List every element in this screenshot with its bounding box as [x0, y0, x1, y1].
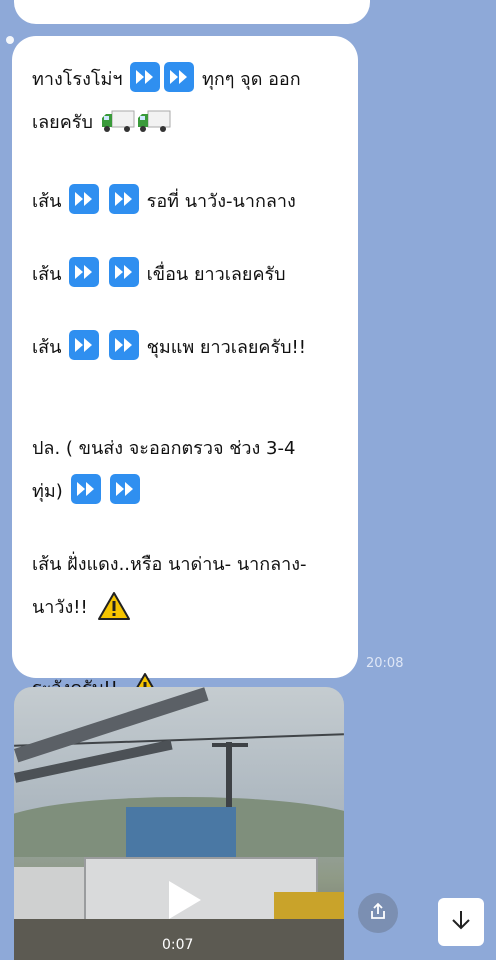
- previous-message-bubble[interactable]: [14, 0, 370, 24]
- message-line: เลยครับ: [32, 101, 340, 150]
- fast-forward-icon: [69, 330, 100, 360]
- video-scene-pole: [212, 743, 248, 747]
- message-text: ปล. ( ขนส่ง จะออกตรวจ ช่วง 3-4: [32, 438, 296, 459]
- delivery-truck-icon: [137, 107, 171, 150]
- warning-icon: [97, 591, 131, 637]
- video-message[interactable]: 0:07: [14, 687, 344, 960]
- fast-forward-icon: [164, 62, 195, 92]
- message-line: ปล. ( ขนส่ง จะออกตรวจ ช่วง 3-4: [32, 427, 340, 470]
- message-line: ทางโรงโม่ฯ ทุกๆ จุด ออก: [32, 58, 340, 101]
- message-text: เส้น: [32, 264, 62, 285]
- message-text: ทางโรงโม่ฯ: [32, 69, 123, 90]
- message-text: ชุมแพ ยาวเลยครับ!!: [146, 337, 306, 358]
- message-line: นาวัง!!: [32, 586, 340, 637]
- message-text: เส้น: [32, 191, 62, 212]
- arrow-down-icon: [449, 908, 473, 936]
- message-bubble[interactable]: ทางโรงโม่ฯ ทุกๆ จุด ออก เลยครับ เส้น รอท…: [12, 36, 358, 701]
- fast-forward-icon: [110, 474, 141, 504]
- message-line: เส้น ฝั่งแดง..หรือ นาด่าน- นากลาง-: [32, 543, 340, 586]
- message-text: เขื่อน ยาวเลยครับ: [146, 264, 286, 285]
- fast-forward-icon: [108, 330, 139, 360]
- message-line: เส้น ชุมแพ ยาวเลยครับ!!: [32, 326, 340, 369]
- message-timestamp: 20:08: [366, 656, 404, 671]
- fast-forward-icon: [108, 257, 139, 287]
- message-text: รอที่ นาวัง-นากลาง: [146, 191, 296, 212]
- fast-forward-icon: [70, 474, 101, 504]
- play-icon[interactable]: [159, 877, 205, 923]
- message-text: เส้น: [32, 337, 62, 358]
- bubble-tail: [6, 36, 14, 44]
- share-button[interactable]: [358, 893, 398, 933]
- video-duration: 0:07: [162, 937, 194, 953]
- delivery-truck-icon: [101, 107, 135, 150]
- message-text: เส้น ฝั่งแดง..หรือ นาด่าน- นากลาง-: [32, 554, 307, 575]
- fast-forward-icon: [69, 184, 100, 214]
- message-text: เลยครับ: [32, 112, 93, 133]
- scroll-down-button[interactable]: [438, 898, 484, 946]
- message-line: เส้น รอที่ นาวัง-นากลาง: [32, 180, 340, 223]
- message-text: นาวัง!!: [32, 597, 88, 618]
- share-icon: [368, 901, 388, 925]
- message-text: ทุ่ม): [32, 481, 63, 502]
- fast-forward-icon: [108, 184, 139, 214]
- fast-forward-icon: [130, 62, 161, 92]
- message-line: ทุ่ม): [32, 470, 340, 513]
- message-line: เส้น เขื่อน ยาวเลยครับ: [32, 253, 340, 296]
- fast-forward-icon: [69, 257, 100, 287]
- message-text: ทุกๆ จุด ออก: [202, 69, 301, 90]
